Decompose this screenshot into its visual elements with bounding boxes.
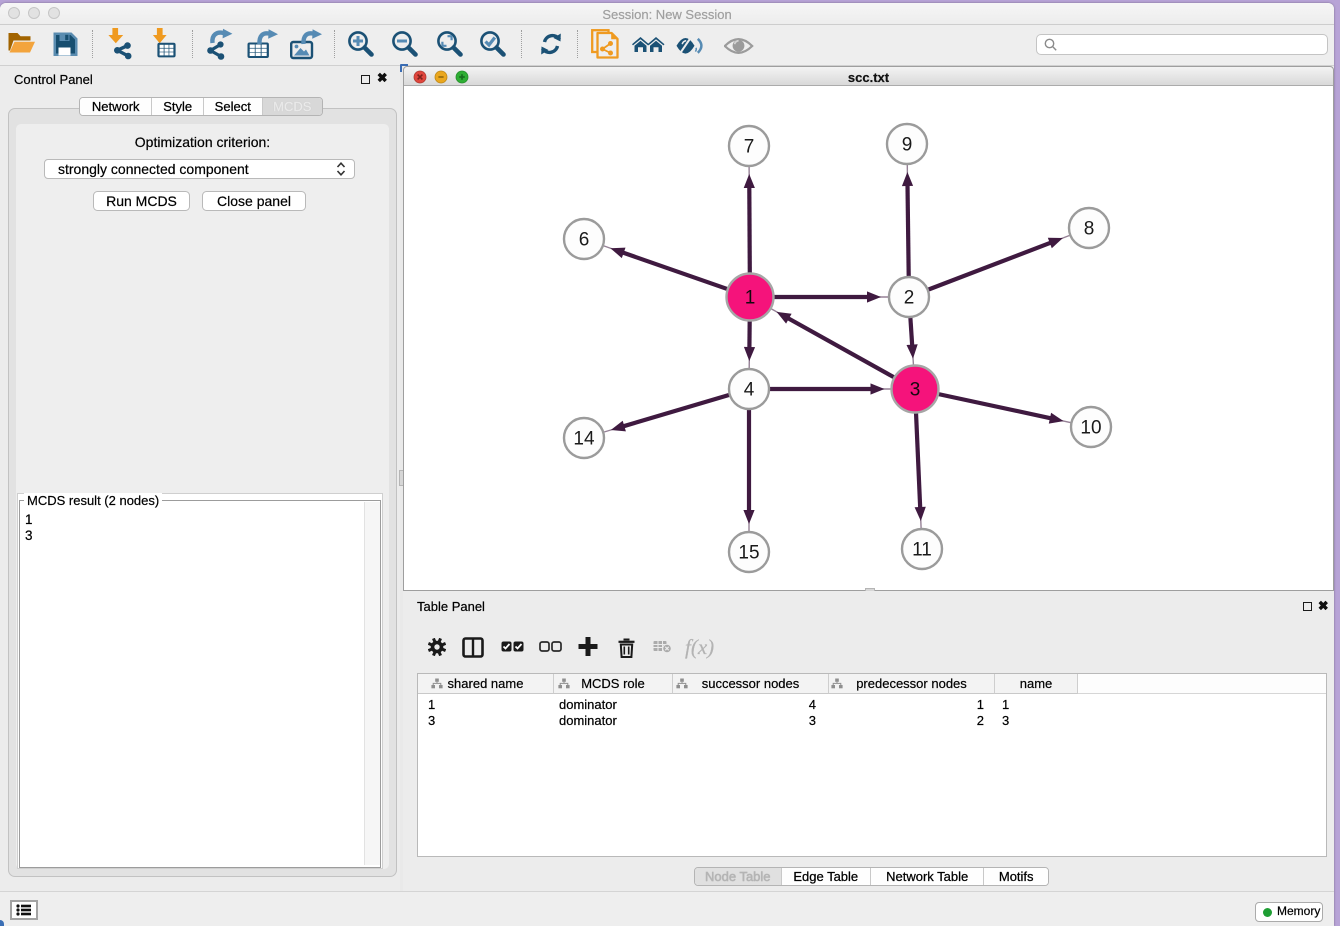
svg-text:3: 3 xyxy=(910,380,921,401)
svg-text:15: 15 xyxy=(738,543,759,564)
svg-text:10: 10 xyxy=(1080,418,1101,439)
svg-text:9: 9 xyxy=(902,135,913,156)
svg-text:11: 11 xyxy=(912,540,932,561)
svg-text:14: 14 xyxy=(573,429,595,450)
svg-text:1: 1 xyxy=(745,288,756,309)
svg-text:7: 7 xyxy=(744,137,755,158)
svg-text:2: 2 xyxy=(904,288,915,309)
svg-text:8: 8 xyxy=(1084,219,1095,240)
svg-text:4: 4 xyxy=(744,380,755,401)
svg-text:6: 6 xyxy=(579,230,590,251)
